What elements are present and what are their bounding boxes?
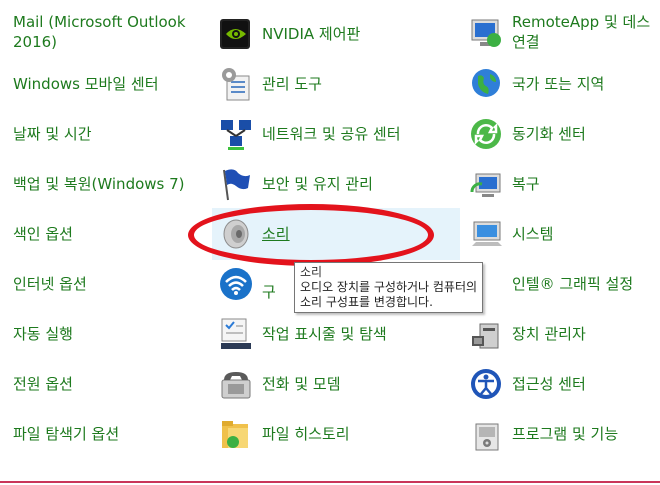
item-power-options[interactable]: 전원 옵션 bbox=[13, 366, 73, 402]
flag-icon bbox=[218, 166, 254, 202]
phone-icon bbox=[218, 366, 254, 402]
item-backup-restore[interactable]: 백업 및 복원(Windows 7) bbox=[13, 166, 185, 202]
item-region[interactable]: 국가 또는 지역 bbox=[468, 66, 604, 102]
item-mail[interactable]: Mail (Microsoft Outlook 2016) bbox=[13, 13, 203, 51]
item-system-label: 시스템 bbox=[512, 225, 554, 243]
item-administrative-tools[interactable]: 관리 도구 bbox=[218, 66, 322, 102]
item-programs-features[interactable]: 프로그램 및 기능 bbox=[468, 416, 618, 452]
item-credential-manager[interactable]: 구 bbox=[218, 266, 276, 302]
item-autoplay-label: 자동 실행 bbox=[13, 325, 73, 343]
item-file-history[interactable]: 파일 히스토리 bbox=[218, 416, 350, 452]
tooltip-line1: 오디오 장치를 구성하거나 컴퓨터의 bbox=[300, 280, 478, 294]
item-remoteapp[interactable]: RemoteApp 및 데스연결 bbox=[468, 12, 650, 52]
item-mail-label: Mail (Microsoft Outlook 2016) bbox=[13, 13, 186, 51]
system-icon bbox=[468, 216, 504, 252]
item-network-sharing-center[interactable]: 네트워크 및 공유 센터 bbox=[218, 116, 401, 152]
item-sound-label: 소리 bbox=[262, 225, 290, 243]
item-credential-label: 구 bbox=[262, 283, 276, 301]
wifi-icon bbox=[218, 266, 254, 302]
item-internet-label: 인터넷 옵션 bbox=[13, 275, 87, 293]
programs-icon bbox=[468, 416, 504, 452]
taskbar-icon bbox=[218, 316, 254, 352]
remoteapp-label-line2: 연결 bbox=[512, 33, 540, 51]
file-history-icon bbox=[218, 416, 254, 452]
item-recovery[interactable]: 복구 bbox=[468, 166, 540, 202]
item-remoteapp-label: RemoteApp 및 데스연결 bbox=[512, 12, 650, 52]
sync-icon bbox=[468, 116, 504, 152]
item-taskbar-navigation[interactable]: 작업 표시줄 및 탐색 bbox=[218, 316, 387, 352]
item-file-history-label: 파일 히스토리 bbox=[262, 425, 350, 443]
item-phone-modem[interactable]: 전화 및 모뎀 bbox=[218, 366, 341, 402]
item-admin-tools-label: 관리 도구 bbox=[262, 75, 322, 93]
item-autoplay[interactable]: 자동 실행 bbox=[13, 316, 73, 352]
admin-tools-icon bbox=[218, 66, 254, 102]
item-system[interactable]: 시스템 bbox=[468, 216, 553, 252]
bottom-border bbox=[0, 481, 660, 483]
network-icon bbox=[218, 116, 254, 152]
item-device-manager[interactable]: 장치 관리자 bbox=[468, 316, 586, 352]
item-date-time[interactable]: 날짜 및 시간 bbox=[13, 116, 92, 152]
item-nvidia-control-panel[interactable]: NVIDIA 제어판 bbox=[218, 16, 360, 52]
item-intel-label: 인텔® 그래픽 설정 bbox=[512, 275, 634, 293]
tooltip-title: 소리 bbox=[300, 265, 323, 279]
item-nvidia-label: NVIDIA 제어판 bbox=[262, 25, 361, 43]
globe-icon bbox=[468, 66, 504, 102]
item-file-explorer-label: 파일 탐색기 옵션 bbox=[13, 425, 120, 443]
sound-tooltip: 소리 오디오 장치를 구성하거나 컴퓨터의 소리 구성표를 변경합니다. bbox=[294, 262, 484, 313]
accessibility-icon bbox=[468, 366, 504, 402]
remoteapp-label-line1: RemoteApp 및 데스 bbox=[512, 13, 651, 31]
item-recovery-label: 복구 bbox=[512, 175, 540, 193]
item-windows-mobility-label: Windows 모바일 센터 bbox=[13, 75, 159, 93]
nvidia-icon bbox=[218, 16, 254, 52]
item-power-label: 전원 옵션 bbox=[13, 375, 73, 393]
item-intel-graphics[interactable]: 인텔® 그래픽 설정 bbox=[468, 266, 633, 302]
item-taskbar-label: 작업 표시줄 및 탐색 bbox=[262, 325, 387, 343]
item-accessibility-center[interactable]: 접근성 센터 bbox=[468, 366, 586, 402]
item-file-explorer-options[interactable]: 파일 탐색기 옵션 bbox=[13, 416, 119, 452]
item-network-label: 네트워크 및 공유 센터 bbox=[262, 125, 401, 143]
item-windows-mobility-center[interactable]: Windows 모바일 센터 bbox=[13, 66, 159, 102]
item-sound[interactable]: 소리 bbox=[218, 216, 290, 252]
item-indexing-label: 색인 옵션 bbox=[13, 225, 73, 243]
speaker-icon bbox=[218, 216, 254, 252]
item-device-manager-label: 장치 관리자 bbox=[512, 325, 586, 343]
item-programs-label: 프로그램 및 기능 bbox=[512, 425, 619, 443]
item-backup-label: 백업 및 복원(Windows 7) bbox=[13, 175, 185, 193]
item-accessibility-label: 접근성 센터 bbox=[512, 375, 586, 393]
item-phone-label: 전화 및 모뎀 bbox=[262, 375, 341, 393]
remoteapp-icon bbox=[468, 14, 504, 50]
item-sync-center[interactable]: 동기화 센터 bbox=[468, 116, 586, 152]
device-manager-icon bbox=[468, 316, 504, 352]
tooltip-line2: 소리 구성표를 변경합니다. bbox=[300, 295, 433, 309]
item-internet-options[interactable]: 인터넷 옵션 bbox=[13, 266, 87, 302]
item-security-maintenance[interactable]: 보안 및 유지 관리 bbox=[218, 166, 373, 202]
item-indexing-options[interactable]: 색인 옵션 bbox=[13, 216, 73, 252]
item-date-time-label: 날짜 및 시간 bbox=[13, 125, 92, 143]
recovery-icon bbox=[468, 166, 504, 202]
item-region-label: 국가 또는 지역 bbox=[512, 75, 605, 93]
item-security-label: 보안 및 유지 관리 bbox=[262, 175, 373, 193]
item-sync-label: 동기화 센터 bbox=[512, 125, 586, 143]
